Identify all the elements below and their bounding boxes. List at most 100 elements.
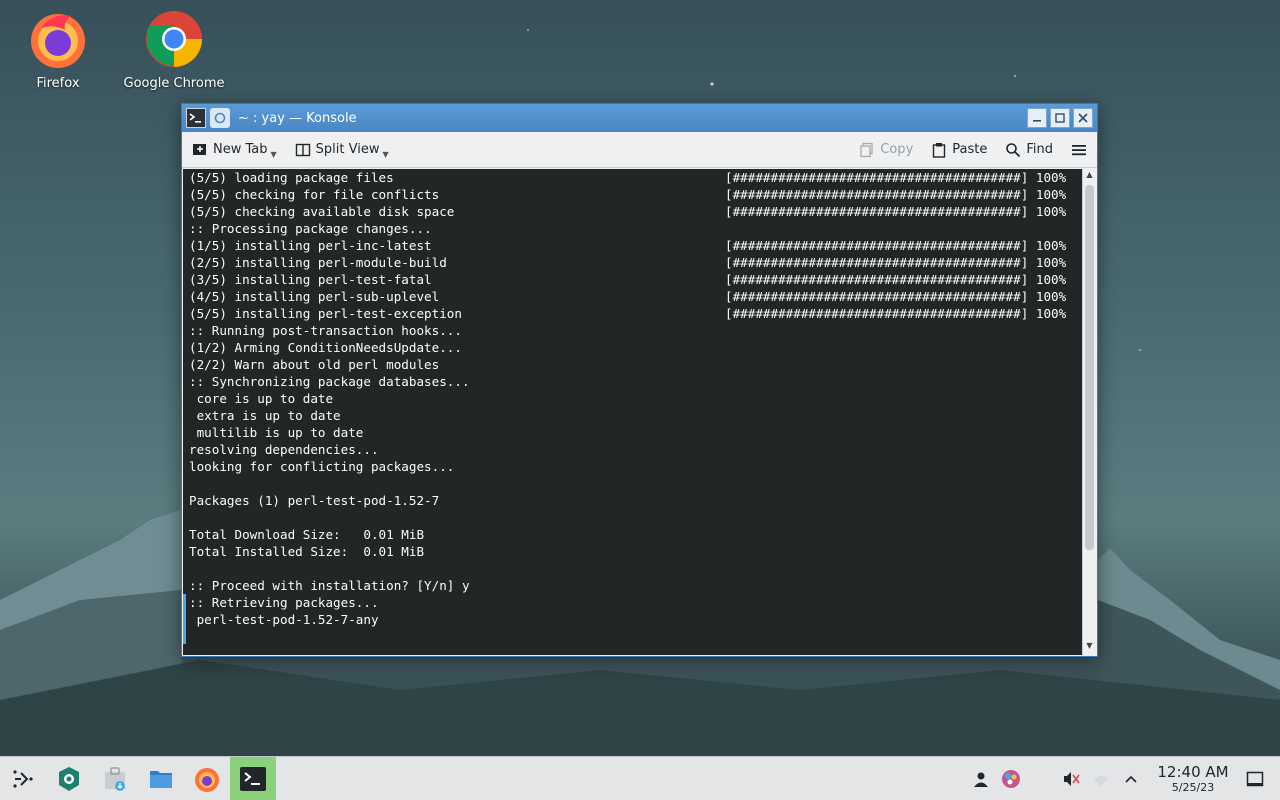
store-icon (105, 766, 125, 791)
maximize-button[interactable] (1050, 108, 1070, 128)
terminal-line-text: (5/5) loading package files (189, 170, 394, 185)
hamburger-menu-icon (1072, 144, 1086, 155)
discover-icon (59, 766, 79, 791)
terminal-line-text: extra is up to date (189, 408, 341, 423)
terminal-line: core is up to date (189, 390, 1082, 407)
progress-bar-text: [######################################]… (725, 187, 1067, 202)
show-desktop-icon[interactable] (1244, 768, 1266, 790)
terminal-scrollbar[interactable]: ▲ ▼ (1082, 169, 1096, 655)
terminal-line: extra is up to date (189, 407, 1082, 424)
new-tab-button[interactable]: New Tab ▼ (192, 140, 277, 159)
terminal-line-text: :: Processing package changes... (189, 221, 432, 236)
copy-label: Copy (880, 142, 914, 157)
terminal-line: Total Download Size: 0.01 MiB (189, 526, 1082, 543)
terminal-line-text: core is up to date (189, 391, 334, 406)
discover-button[interactable] (46, 757, 92, 800)
split-view-label: Split View (315, 142, 380, 157)
clock[interactable]: 12:40 AM 5/25/23 (1154, 763, 1232, 795)
copy-button[interactable]: Copy (859, 142, 913, 158)
terminal-line-text: Total Installed Size: 0.01 MiB (189, 544, 425, 559)
close-button[interactable] (1073, 108, 1093, 128)
terminal-line-text: :: Running post-transaction hooks... (189, 323, 462, 338)
network-icon[interactable] (1090, 768, 1112, 790)
progress-bar-text: [######################################]… (725, 170, 1067, 185)
konsole-window[interactable]: ~ : yay — Konsole New Tab ▼ Split View ▼… (181, 103, 1098, 657)
terminal-line: :: Proceed with installation? [Y/n] y (189, 577, 1082, 594)
desktop-icon-chrome[interactable]: Google Chrome (119, 8, 229, 91)
progress-bar-text: [######################################]… (725, 238, 1067, 253)
progress-bar-text: [######################################]… (725, 255, 1067, 270)
paste-icon (933, 142, 946, 158)
firefox-taskbar-button[interactable] (184, 757, 230, 800)
terminal-line: (5/5) loading package files [############… (189, 169, 1082, 186)
terminal-line: multilib is up to date (189, 424, 1082, 441)
terminal-line-text: (2/5) installing perl-module-build (189, 255, 447, 270)
scroll-marker (183, 594, 186, 644)
paste-label: Paste (952, 142, 988, 157)
copy-icon (860, 142, 873, 157)
store-button[interactable] (92, 757, 138, 800)
tray-expand-icon[interactable] (1120, 768, 1142, 790)
volume-muted-icon[interactable] (1060, 768, 1082, 790)
app-launcher-button[interactable] (0, 757, 46, 800)
terminal-line: (5/5) checking available disk space [####… (189, 203, 1082, 220)
scroll-up-icon[interactable]: ▲ (1083, 170, 1096, 184)
paste-button[interactable]: Paste (931, 142, 987, 158)
terminal-line-text: Packages (1) perl-test-pod-1.52-7 (189, 493, 440, 508)
terminal-line-text: (2/2) Warn about old perl modules (189, 357, 440, 372)
notification-dot-icon[interactable] (1030, 768, 1052, 790)
window-titlebar[interactable]: ~ : yay — Konsole (182, 104, 1097, 132)
taskbar: 12:40 AM 5/25/23 (0, 756, 1280, 800)
terminal-line-text: :: Synchronizing package databases... (189, 374, 470, 389)
window-title: ~ : yay — Konsole (238, 110, 357, 126)
terminal-line: :: Synchronizing package databases... (189, 373, 1082, 390)
files-button[interactable] (138, 757, 184, 800)
progress-bar-text: [######################################]… (725, 272, 1067, 287)
firefox-icon (27, 8, 89, 70)
chevron-down-icon: ▼ (382, 150, 389, 159)
konsole-toolbar: New Tab ▼ Split View ▼ Copy Paste Find (182, 132, 1097, 168)
minimize-button[interactable] (1027, 108, 1047, 128)
terminal-line: (2/2) Warn about old perl modules (189, 356, 1082, 373)
terminal-line-text: multilib is up to date (189, 425, 364, 440)
files-icon (150, 770, 172, 788)
firefox-icon (195, 767, 219, 792)
terminal-line: (1/5) installing perl-inc-latest [#######… (189, 237, 1082, 254)
system-tray: 12:40 AM 5/25/23 (966, 757, 1280, 800)
color-picker-icon[interactable] (1000, 768, 1022, 790)
menu-button[interactable] (1071, 142, 1087, 158)
scrollbar-thumb[interactable] (1085, 185, 1094, 550)
search-icon (1006, 142, 1021, 157)
terminal-line-text: :: Proceed with installation? [Y/n] y (189, 578, 470, 593)
split-view-button[interactable]: Split View ▼ (295, 140, 389, 159)
clock-date: 5/25/23 (1171, 781, 1215, 794)
terminal-line: (4/5) installing perl-sub-uplevel [######… (189, 288, 1082, 305)
terminal-line-text: resolving dependencies... (189, 442, 379, 457)
terminal-line-text: Total Download Size: 0.01 MiB (189, 527, 425, 542)
pin-icon[interactable] (210, 108, 230, 128)
terminal-line: (5/5) installing perl-test-exception [###… (189, 305, 1082, 322)
terminal-line: :: Retrieving packages... (189, 594, 1082, 611)
desktop-icon-label: Google Chrome (123, 76, 225, 91)
terminal-line-text: (1/2) Arming ConditionNeedsUpdate... (189, 340, 462, 355)
scroll-down-icon[interactable]: ▼ (1083, 641, 1096, 655)
terminal-line: looking for conflicting packages... (189, 458, 1082, 475)
terminal-line-text: :: Retrieving packages... (189, 595, 379, 610)
terminal-line-text: (5/5) checking for file conflicts (189, 187, 440, 202)
konsole-taskbar-button[interactable] (230, 756, 276, 800)
desktop-icon-label: Firefox (36, 76, 80, 91)
terminal-line: Packages (1) perl-test-pod-1.52-7 (189, 492, 1082, 509)
terminal-line: (3/5) installing perl-test-fatal [#######… (189, 271, 1082, 288)
user-icon[interactable] (970, 768, 992, 790)
terminal-line-text: (1/5) installing perl-inc-latest (189, 238, 432, 253)
terminal-line: (2/5) installing perl-module-build [#####… (189, 254, 1082, 271)
terminal-line-text: looking for conflicting packages... (189, 459, 455, 474)
desktop-icon-firefox[interactable]: Firefox (3, 8, 113, 91)
new-tab-label: New Tab (213, 142, 268, 157)
terminal-output[interactable]: (5/5) loading package files [############… (183, 169, 1082, 655)
find-button[interactable]: Find (1005, 142, 1053, 158)
terminal-line: :: Running post-transaction hooks... (189, 322, 1082, 339)
konsole-icon[interactable] (186, 108, 206, 128)
clock-time: 12:40 AM (1157, 763, 1229, 781)
